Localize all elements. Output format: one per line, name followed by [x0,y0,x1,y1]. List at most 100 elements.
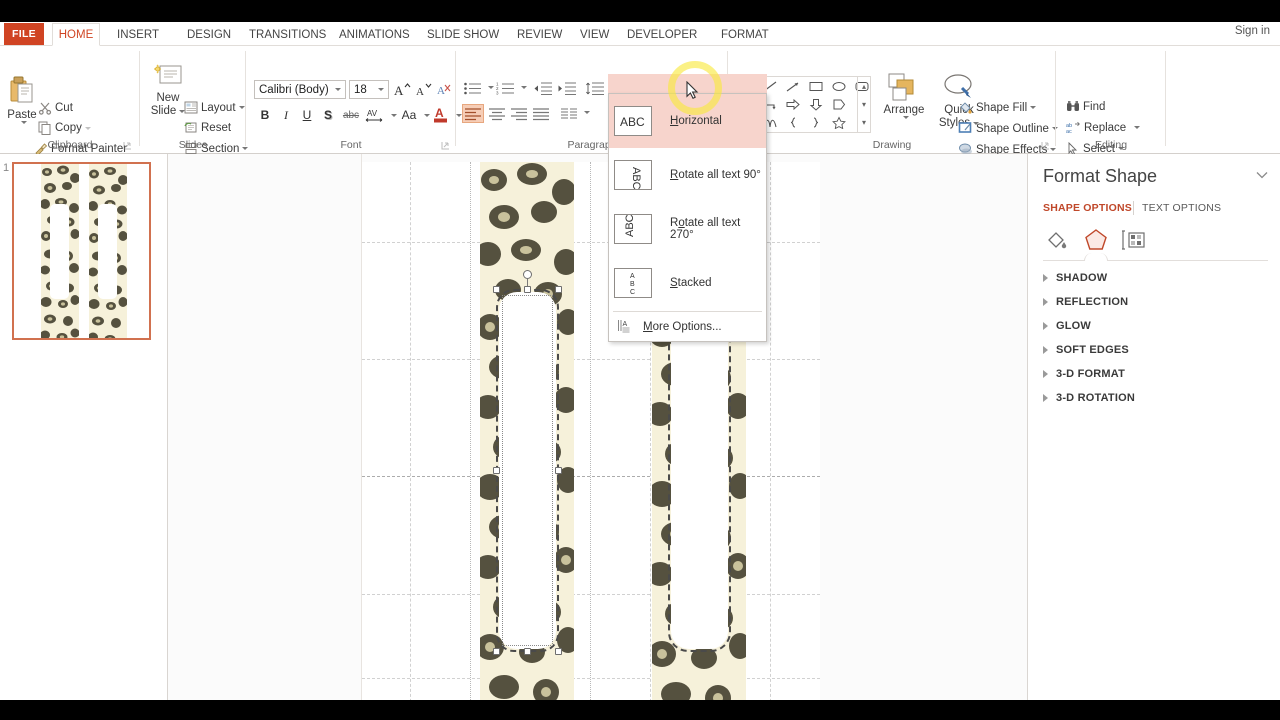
find-button[interactable]: Find [1066,100,1105,113]
tab-transitions[interactable]: TRANSITIONS [240,23,335,46]
text-direction-menu[interactable]: ABC HHorizontalorizontal ABC Rotate all … [608,93,767,342]
resize-handle-br[interactable] [555,648,562,655]
align-left-button[interactable] [462,104,484,123]
replace-button[interactable]: ab ac Replace [1066,121,1141,134]
section-soft-edges[interactable]: SOFT EDGES [1043,344,1129,356]
shape-right-arrow-icon[interactable] [782,96,804,113]
shape-rectangle-icon[interactable] [805,78,827,95]
shape-pentagon-icon[interactable] [828,96,850,113]
shape-down-arrow-icon[interactable] [805,96,827,113]
section-reflection[interactable]: REFLECTION [1043,296,1128,308]
tab-animations[interactable]: ANIMATIONS [330,23,419,46]
tab-file[interactable]: FILE [4,23,44,45]
tab-format[interactable]: FORMAT [712,23,778,46]
columns-caret-icon[interactable] [584,111,590,114]
text-shadow-button[interactable]: S [319,106,337,124]
justify-button[interactable] [530,104,552,123]
font-color-button[interactable]: A [431,104,451,125]
resize-handle-mr[interactable] [555,467,562,474]
tab-view[interactable]: VIEW [571,23,618,46]
paste-button[interactable]: Paste [2,76,42,124]
gallery-scroll-up-icon[interactable]: ▴ [858,78,870,95]
bullets-button[interactable] [462,79,484,97]
reset-button[interactable]: Reset [184,121,231,134]
gallery-more-icon[interactable]: ▾ [858,114,870,131]
align-center-button[interactable] [486,104,508,123]
line-spacing-button[interactable] [584,79,606,97]
effects-icon-tab[interactable] [1079,226,1113,256]
arrange-button[interactable]: Arrange [880,73,928,119]
decrease-indent-button[interactable] [532,79,554,97]
shape-fill-caret-icon[interactable] [1030,106,1037,109]
menu-item-rotate-270[interactable]: ABC Rotate all text 270° [609,202,766,256]
section-3d-format[interactable]: 3-D FORMAT [1043,368,1125,380]
drawing-dialog-launcher[interactable] [1041,141,1050,150]
section-glow[interactable]: GLOW [1043,320,1091,332]
tab-insert[interactable]: INSERT [108,23,168,46]
strikethrough-button[interactable]: abc [340,106,362,124]
numbering-button[interactable]: 123 [495,79,517,97]
numbering-caret-icon[interactable] [521,86,527,89]
chevron-down-icon[interactable] [378,88,384,91]
clipboard-dialog-launcher[interactable] [123,141,132,150]
tab-text-options[interactable]: TEXT OPTIONS [1142,202,1221,214]
resize-handle-bc[interactable] [524,648,531,655]
tab-home[interactable]: HOME [52,23,100,46]
columns-button[interactable] [558,104,580,123]
tab-shape-options[interactable]: SHAPE OPTIONS [1043,202,1132,214]
fill-line-icon-tab[interactable] [1041,226,1075,256]
slide-thumbnail-pane[interactable]: 1 [0,154,168,700]
layout-caret-icon[interactable] [238,106,245,109]
underline-button[interactable]: U [298,106,316,124]
resize-handle-tl[interactable] [493,286,500,293]
section-shadow[interactable]: SHADOW [1043,272,1107,284]
tab-review[interactable]: REVIEW [508,23,571,46]
shape-oval-icon[interactable] [828,78,850,95]
cut-button[interactable]: Cut [38,101,73,115]
tab-slide-show[interactable]: SLIDE SHOW [418,23,508,46]
rotation-handle[interactable] [523,270,532,279]
menu-item-more-options[interactable]: A More Options... [609,313,766,341]
shape-star-icon[interactable] [828,114,850,131]
copy-caret-icon[interactable] [84,126,91,130]
shapes-gallery-scrollbar[interactable]: ▴ ▾ ▾ [857,77,870,132]
sign-in-link[interactable]: Sign in [1235,25,1270,37]
copy-button[interactable]: Copy [38,121,91,135]
resize-handle-bl[interactable] [493,648,500,655]
clear-formatting-button[interactable]: A [435,80,454,99]
replace-caret-icon[interactable] [1134,126,1141,129]
shape-fill-button[interactable]: Shape Fill [958,100,1037,115]
change-case-button[interactable]: Aa [398,106,420,124]
bullets-caret-icon[interactable] [488,86,494,89]
section-3d-rotation[interactable]: 3-D ROTATION [1043,392,1135,404]
character-spacing-button[interactable]: AV [363,106,387,124]
font-dialog-launcher[interactable] [441,141,450,150]
size-properties-icon-tab[interactable] [1117,226,1151,256]
resize-handle-ml[interactable] [493,467,500,474]
menu-item-stacked[interactable]: ABC Stacked [609,256,766,310]
shrink-font-button[interactable]: A [413,80,433,99]
tab-design[interactable]: DESIGN [178,23,240,46]
slide-canvas-area[interactable] [168,154,1028,700]
shape-left-brace-icon[interactable] [782,114,804,131]
italic-button[interactable]: I [277,106,295,124]
align-right-button[interactable] [508,104,530,123]
shape-outline-button[interactable]: Shape Outline [958,121,1058,136]
shape-right-brace-icon[interactable] [805,114,827,131]
increase-indent-button[interactable] [556,79,578,97]
shape-arrow-icon[interactable] [782,78,804,95]
slide-thumbnail-1[interactable] [12,162,151,340]
gallery-scroll-down-icon[interactable]: ▾ [858,96,870,113]
change-case-caret-icon[interactable] [424,114,430,117]
character-spacing-caret-icon[interactable] [391,114,397,117]
paste-caret-icon[interactable] [20,121,27,124]
resize-handle-tr[interactable] [555,286,562,293]
resize-handle-tc[interactable] [524,286,531,293]
tab-developer[interactable]: DEVELOPER [618,23,706,46]
pane-menu-chevron-icon[interactable] [1256,170,1268,182]
grow-font-button[interactable]: A [392,80,412,99]
menu-item-rotate-90[interactable]: ABC Rotate all text 90° [609,148,766,202]
layout-button[interactable]: Layout [184,101,245,114]
font-name-combo[interactable]: Calibri (Body) [254,80,346,99]
font-size-combo[interactable]: 18 [349,80,389,99]
